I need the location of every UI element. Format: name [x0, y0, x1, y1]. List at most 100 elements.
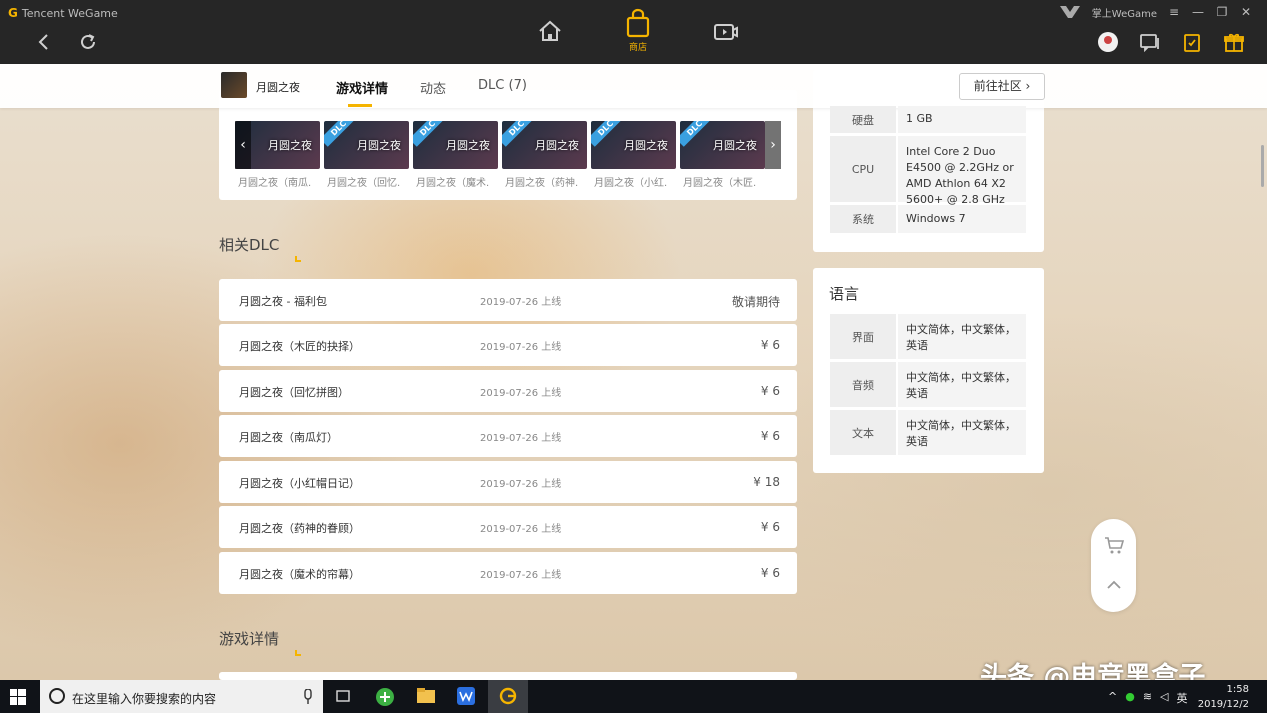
dlc-release-date: 2019-07-26 上线 — [480, 297, 562, 308]
dlc-thumbnail[interactable]: DLC 月圆之夜 — [413, 121, 498, 169]
dlc-thumb-caption: 月圆之夜（魔术... — [416, 178, 490, 189]
dlc-price: ¥ 6 — [760, 429, 780, 443]
video-icon — [714, 24, 738, 40]
taskbar-browser[interactable] — [374, 686, 396, 708]
nav-store[interactable]: 商店 — [618, 8, 658, 53]
avatar[interactable] — [1095, 30, 1121, 54]
language-row: 界面 中文简体，中文繁体，英语 — [830, 314, 1026, 359]
palm-wegame-icon — [1059, 6, 1080, 18]
dlc-list-row[interactable]: 月圆之夜（回忆拼图） 2019-07-26 上线 ¥ 6 — [219, 370, 797, 412]
language-title: 语言 — [829, 285, 860, 303]
system-tray: ^ ● ≋ ◁ 英 — [1108, 690, 1188, 706]
microphone-icon — [304, 689, 312, 704]
start-button[interactable] — [10, 689, 26, 709]
dlc-list-row[interactable]: 月圆之夜（南瓜灯） 2019-07-26 上线 ¥ 6 — [219, 415, 797, 457]
brand-logo: G Tencent WeGame — [8, 6, 118, 20]
taskbar-search-placeholder: 在这里输入你要搜索的内容 — [72, 692, 217, 706]
shopping-bag-icon — [626, 8, 650, 38]
dlc-price: ¥ 18 — [753, 475, 780, 489]
refresh-icon — [81, 34, 95, 49]
dlc-release-date: 2019-07-26 上线 — [480, 433, 562, 444]
dlc-name: 月圆之夜（南瓜灯） — [239, 431, 338, 444]
home-icon — [539, 20, 561, 41]
tasks-button[interactable] — [1179, 30, 1205, 54]
dlc-name: 月圆之夜（魔术的帘幕） — [239, 568, 360, 581]
language-value: 中文简体，中文繁体，英语 — [898, 410, 1026, 455]
game-detail-section-title: 游戏详情 — [219, 628, 301, 656]
back-button[interactable] — [32, 30, 56, 54]
game-thumbnail[interactable] — [221, 72, 247, 98]
dlc-list-row[interactable]: 月圆之夜 - 福利包 2019-07-26 上线 敬请期待 — [219, 279, 797, 321]
refresh-button[interactable] — [76, 30, 100, 54]
volume-icon[interactable]: ◁ — [1160, 690, 1168, 706]
game-name: 月圆之夜 — [256, 81, 300, 94]
minimize-button[interactable]: — — [1191, 5, 1205, 19]
dlc-thumb-title: 月圆之夜 — [357, 139, 401, 152]
cart-button[interactable] — [1103, 535, 1125, 559]
tab-dlc[interactable]: DLC (7) — [478, 78, 527, 107]
gallery-prev-button[interactable]: ‹ — [235, 121, 251, 169]
taskbar-wps[interactable] — [456, 686, 478, 708]
dlc-list-row[interactable]: 月圆之夜（小红帽日记） 2019-07-26 上线 ¥ 18 — [219, 461, 797, 503]
dlc-badge: DLC — [413, 121, 447, 147]
dlc-price: ¥ 6 — [760, 384, 780, 398]
spec-key: 系统 — [830, 205, 896, 233]
dlc-name: 月圆之夜（药神的眷顾） — [239, 522, 360, 535]
dlc-thumbnail[interactable]: DLC 月圆之夜 — [591, 121, 676, 169]
dlc-thumbnail[interactable]: DLC 月圆之夜 — [324, 121, 409, 169]
menu-button[interactable]: ≡ — [1167, 5, 1181, 19]
task-view-button[interactable] — [333, 686, 355, 708]
tab-news[interactable]: 动态 — [420, 78, 446, 107]
restore-button[interactable]: ❐ — [1215, 5, 1229, 19]
tab-game-details[interactable]: 游戏详情 — [336, 78, 388, 107]
close-button[interactable]: ✕ — [1239, 5, 1253, 19]
back-to-top-button[interactable] — [1104, 577, 1124, 596]
dlc-thumbnail[interactable]: DLC 月圆之夜 — [680, 121, 765, 169]
spec-value: Windows 7 — [898, 205, 1026, 233]
nav-store-label: 商店 — [628, 43, 647, 53]
dlc-list-row[interactable]: 月圆之夜（药神的眷顾） 2019-07-26 上线 ¥ 6 — [219, 506, 797, 548]
spec-row: CPU Intel Core 2 Duo E4500 @ 2.2GHz or A… — [830, 136, 1026, 206]
title-accent-mark — [295, 256, 301, 262]
language-value: 中文简体，中文繁体，英语 — [898, 362, 1026, 407]
nav-home[interactable] — [530, 8, 570, 53]
gallery-next-button[interactable]: › — [765, 121, 781, 169]
taskbar-clock[interactable]: 1:58 2019/12/2 — [1198, 682, 1249, 712]
dlc-price: ¥ 6 — [760, 520, 780, 534]
clock-time: 1:58 — [1226, 684, 1249, 695]
gift-button[interactable] — [1221, 30, 1247, 54]
messages-button[interactable] — [1137, 30, 1163, 54]
dlc-release-date: 2019-07-26 上线 — [480, 524, 562, 535]
dlc-list-row[interactable]: 月圆之夜（木匠的抉择） 2019-07-26 上线 ¥ 6 — [219, 324, 797, 366]
dlc-thumb-caption: 月圆之夜（南瓜... — [238, 178, 312, 189]
dlc-price: ¥ 6 — [760, 566, 780, 580]
spec-value: 1 GB — [898, 106, 1026, 133]
language-row: 文本 中文简体，中文繁体，英语 — [830, 410, 1026, 455]
wechat-tray-icon[interactable]: ● — [1125, 690, 1135, 706]
tray-expand-icon[interactable]: ^ — [1108, 690, 1117, 706]
dlc-thumbnail[interactable]: DLC 月圆之夜 — [502, 121, 587, 169]
language-key: 界面 — [830, 314, 896, 359]
dlc-release-date: 2019-07-26 上线 — [480, 479, 562, 490]
dlc-list-row[interactable]: 月圆之夜（魔术的帘幕） 2019-07-26 上线 ¥ 6 — [219, 552, 797, 594]
gift-icon — [1224, 33, 1244, 52]
page-scrollbar[interactable] — [1261, 145, 1264, 187]
taskbar-search[interactable]: 在这里输入你要搜索的内容 — [40, 680, 323, 713]
chevron-up-icon — [1107, 580, 1121, 589]
taskbar-file-explorer[interactable] — [415, 686, 437, 708]
related-dlc-section-title: 相关DLC — [219, 234, 301, 262]
dlc-badge: DLC — [680, 121, 714, 147]
wps-icon — [457, 687, 475, 705]
network-icon[interactable]: ≋ — [1143, 690, 1152, 706]
game-subheader: 月圆之夜 游戏详情 动态 DLC (7) 前往社区 › — [0, 64, 1267, 108]
dlc-thumb-title: 月圆之夜 — [268, 139, 312, 152]
dlc-badge: DLC — [502, 121, 536, 147]
cortana-icon — [49, 688, 65, 704]
brand-name: Tencent WeGame — [21, 6, 118, 20]
palm-wegame-label[interactable]: 掌上WeGame — [1092, 5, 1157, 20]
taskbar-wegame-active[interactable] — [488, 680, 528, 713]
nav-video[interactable] — [706, 8, 746, 53]
ime-indicator[interactable]: 英 — [1177, 690, 1188, 706]
dlc-thumb-caption: 月圆之夜（药神... — [505, 178, 579, 189]
go-to-community-button[interactable]: 前往社区 › — [959, 73, 1045, 100]
